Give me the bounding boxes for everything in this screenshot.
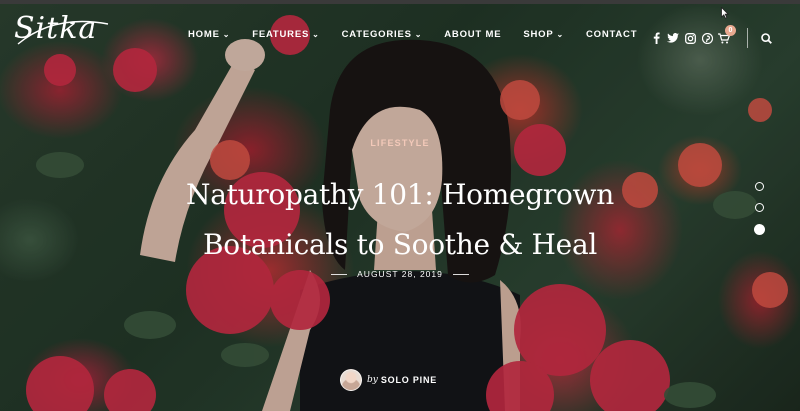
nav-features-label: FEATURES — [252, 29, 310, 40]
browser-edge — [0, 0, 800, 4]
pinterest-icon[interactable] — [699, 31, 715, 45]
slider-dot-3-active[interactable] — [754, 224, 765, 235]
avatar — [340, 369, 362, 391]
date-rule-left — [331, 273, 348, 275]
nav-about-me[interactable]: ABOUT ME — [444, 29, 501, 40]
post-title[interactable]: Naturopathy 101: Homegrown Botanicals to… — [120, 170, 680, 270]
site-header: Sitka HOME ⌄ FEATURES ⌄ CATEGORIES ⌄ ABO… — [0, 0, 800, 68]
nav-shop-label: SHOP — [523, 29, 554, 40]
author-name[interactable]: SOLO PINE — [381, 375, 437, 385]
slider-dot-1[interactable] — [755, 182, 764, 191]
cart-icon[interactable]: 0 — [716, 25, 736, 45]
site-logo[interactable]: Sitka — [14, 14, 97, 44]
nav-contact[interactable]: CONTACT — [586, 29, 637, 40]
facebook-icon[interactable] — [648, 31, 664, 45]
post-date: AUGUST 28, 2019 — [357, 269, 443, 279]
cart-count-badge: 0 — [725, 25, 736, 36]
nav-home-label: HOME — [188, 29, 220, 40]
nav-shop[interactable]: SHOP ⌄ — [523, 29, 564, 40]
header-icons: 0 — [648, 25, 775, 48]
nav-categories-label: CATEGORIES — [341, 29, 412, 40]
chevron-down-icon: ⌄ — [414, 30, 423, 39]
post-category[interactable]: LIFESTYLE — [0, 138, 800, 148]
mouse-cursor-icon — [721, 7, 729, 19]
chevron-down-icon: ⌄ — [556, 30, 564, 39]
date-rule-right — [452, 273, 469, 275]
chevron-down-icon: ⌄ — [222, 30, 231, 39]
nav-features[interactable]: FEATURES ⌄ — [252, 29, 319, 40]
post-author[interactable]: by SOLO PINE — [340, 369, 437, 391]
author-prefix: by — [367, 375, 378, 385]
chevron-down-icon: ⌄ — [312, 30, 320, 39]
nav-contact-label: CONTACT — [585, 29, 638, 40]
header-divider — [747, 28, 748, 48]
nav-home[interactable]: HOME ⌄ — [188, 29, 230, 40]
hero-slider: Sitka HOME ⌄ FEATURES ⌄ CATEGORIES ⌄ ABO… — [0, 0, 800, 411]
post-date-row: AUGUST 28, 2019 — [0, 269, 800, 279]
nav-about-me-label: ABOUT ME — [444, 29, 502, 40]
slider-dot-2[interactable] — [755, 203, 764, 212]
search-icon[interactable] — [758, 31, 774, 45]
main-nav: HOME ⌄ FEATURES ⌄ CATEGORIES ⌄ ABOUT ME … — [188, 29, 659, 40]
instagram-icon[interactable] — [682, 31, 698, 45]
nav-categories[interactable]: CATEGORIES ⌄ — [342, 29, 423, 40]
twitter-icon[interactable] — [665, 31, 681, 45]
